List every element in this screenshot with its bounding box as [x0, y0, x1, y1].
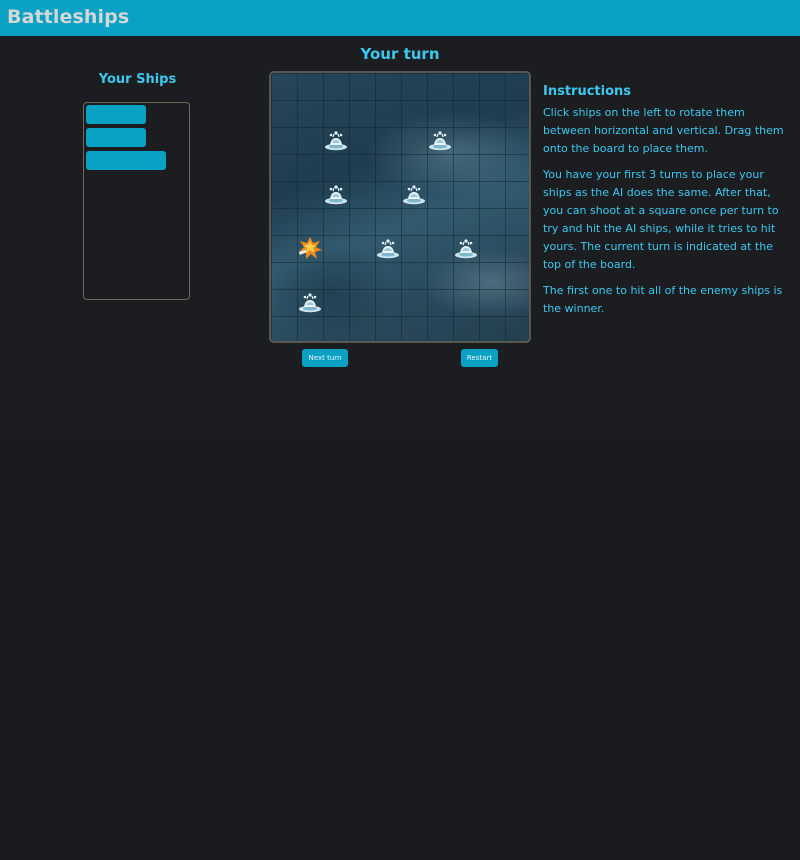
- splash-icon: [297, 289, 323, 319]
- splash-icon: [427, 127, 453, 157]
- splash-icon: [375, 235, 401, 265]
- splash-icon: [453, 235, 479, 265]
- turn-status: Your turn: [360, 45, 440, 63]
- instructions-panel: Instructions Click ships on the left to …: [543, 84, 788, 326]
- your-ships-title: Your Ships: [98, 72, 177, 87]
- app-title: Battleships: [7, 6, 130, 28]
- instructions-title: Instructions: [543, 84, 632, 99]
- instructions-paragraph-2: You have your first 3 turns to place you…: [543, 168, 779, 271]
- next-turn-button[interactable]: Next turn: [302, 349, 348, 367]
- restart-button[interactable]: Restart: [461, 349, 498, 367]
- ship-dock: [83, 102, 190, 300]
- instructions-paragraph-3: The first one to hit all of the enemy sh…: [543, 284, 783, 315]
- ship-1[interactable]: [86, 105, 146, 124]
- splash-icon: [401, 181, 427, 211]
- ship-2[interactable]: [86, 128, 146, 147]
- explosion-icon: [297, 235, 323, 265]
- top-bar: Battleships: [0, 0, 800, 36]
- splash-icon: [323, 181, 349, 211]
- instructions-paragraph-1: Click ships on the left to rotate them b…: [543, 106, 784, 155]
- ship-3[interactable]: [86, 151, 166, 170]
- splash-icon: [323, 127, 349, 157]
- game-board[interactable]: [269, 71, 531, 343]
